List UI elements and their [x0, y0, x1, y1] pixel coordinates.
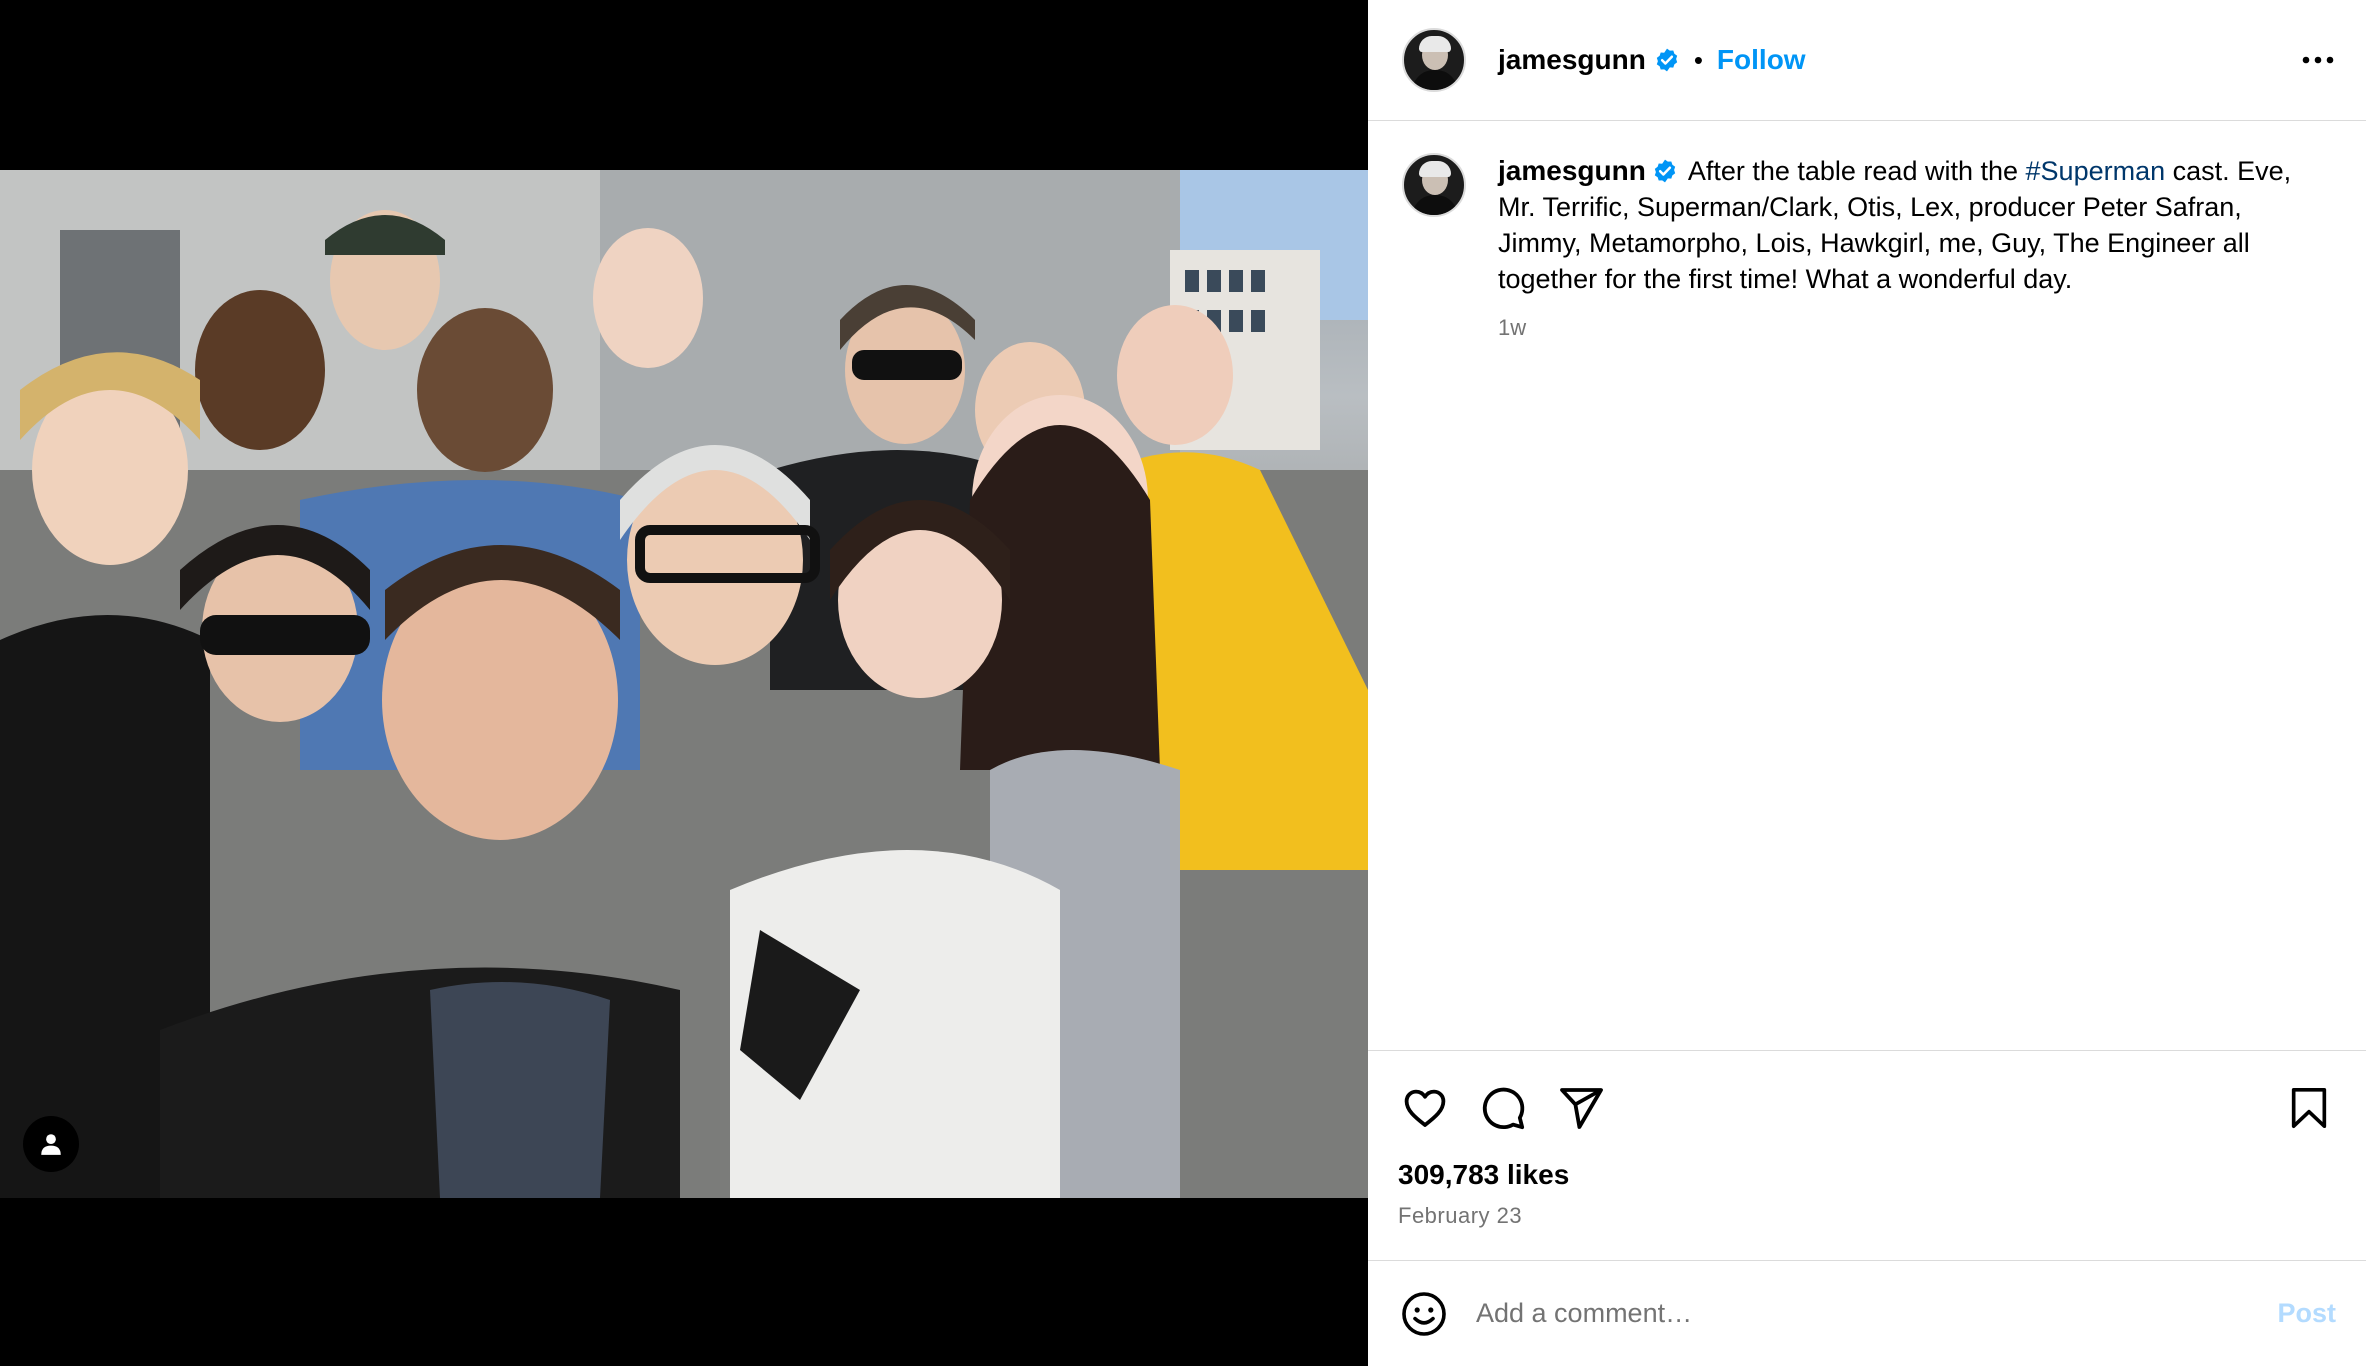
- save-button[interactable]: [2282, 1081, 2336, 1135]
- action-icons: [1398, 1081, 2336, 1135]
- share-icon: [1560, 1088, 1603, 1129]
- post-header: jamesgunn • Follow: [1368, 0, 2366, 121]
- author-username[interactable]: jamesgunn: [1498, 44, 1646, 76]
- more-options-button[interactable]: [2298, 40, 2338, 80]
- more-icon: [2302, 56, 2334, 64]
- person-tag-icon: [41, 1134, 61, 1155]
- post-actions: 309,783 likes February 23: [1368, 1050, 2366, 1260]
- post-comment-button[interactable]: Post: [2277, 1298, 2336, 1329]
- emoji-icon: [1402, 1291, 1446, 1336]
- tagged-people-button[interactable]: [23, 1116, 79, 1172]
- comment-input[interactable]: [1476, 1298, 2258, 1329]
- comment-button[interactable]: [1476, 1081, 1530, 1135]
- caption-text: jamesgunn After the table read with the …: [1498, 153, 2326, 297]
- hashtag-link[interactable]: #Superman: [2026, 156, 2166, 186]
- heart-icon: [1404, 1089, 1446, 1127]
- follow-button[interactable]: Follow: [1717, 44, 1806, 76]
- caption-username[interactable]: jamesgunn: [1498, 155, 1646, 186]
- header-separator: •: [1693, 44, 1703, 75]
- group-selfie-photo[interactable]: [0, 170, 1368, 1198]
- comments-section: jamesgunn After the table read with the …: [1368, 121, 2366, 1050]
- add-comment-bar: Post: [1368, 1260, 2366, 1366]
- like-button[interactable]: [1398, 1081, 1452, 1135]
- post-sidebar: jamesgunn • Follow jamesgunn After the t…: [1368, 0, 2366, 1366]
- caption-content: jamesgunn After the table read with the …: [1498, 153, 2326, 341]
- emoji-button[interactable]: [1398, 1288, 1450, 1340]
- bookmark-icon: [2291, 1087, 2327, 1129]
- photo-illustration: [0, 170, 1368, 1198]
- instagram-post: jamesgunn • Follow jamesgunn After the t…: [0, 0, 2366, 1366]
- post-date[interactable]: February 23: [1398, 1203, 2336, 1229]
- caption-avatar[interactable]: [1402, 153, 1466, 217]
- verified-icon: [1654, 159, 1675, 183]
- comment-icon: [1482, 1087, 1525, 1130]
- like-count[interactable]: 309,783 likes: [1398, 1159, 2336, 1191]
- caption-timestamp[interactable]: 1w: [1498, 315, 2326, 341]
- post-media: [0, 0, 1368, 1366]
- author-avatar[interactable]: [1402, 28, 1466, 92]
- caption-text-before: After the table read with the: [1681, 156, 2026, 186]
- verified-icon: [1656, 48, 1677, 72]
- share-button[interactable]: [1554, 1081, 1608, 1135]
- caption: jamesgunn After the table read with the …: [1402, 153, 2326, 341]
